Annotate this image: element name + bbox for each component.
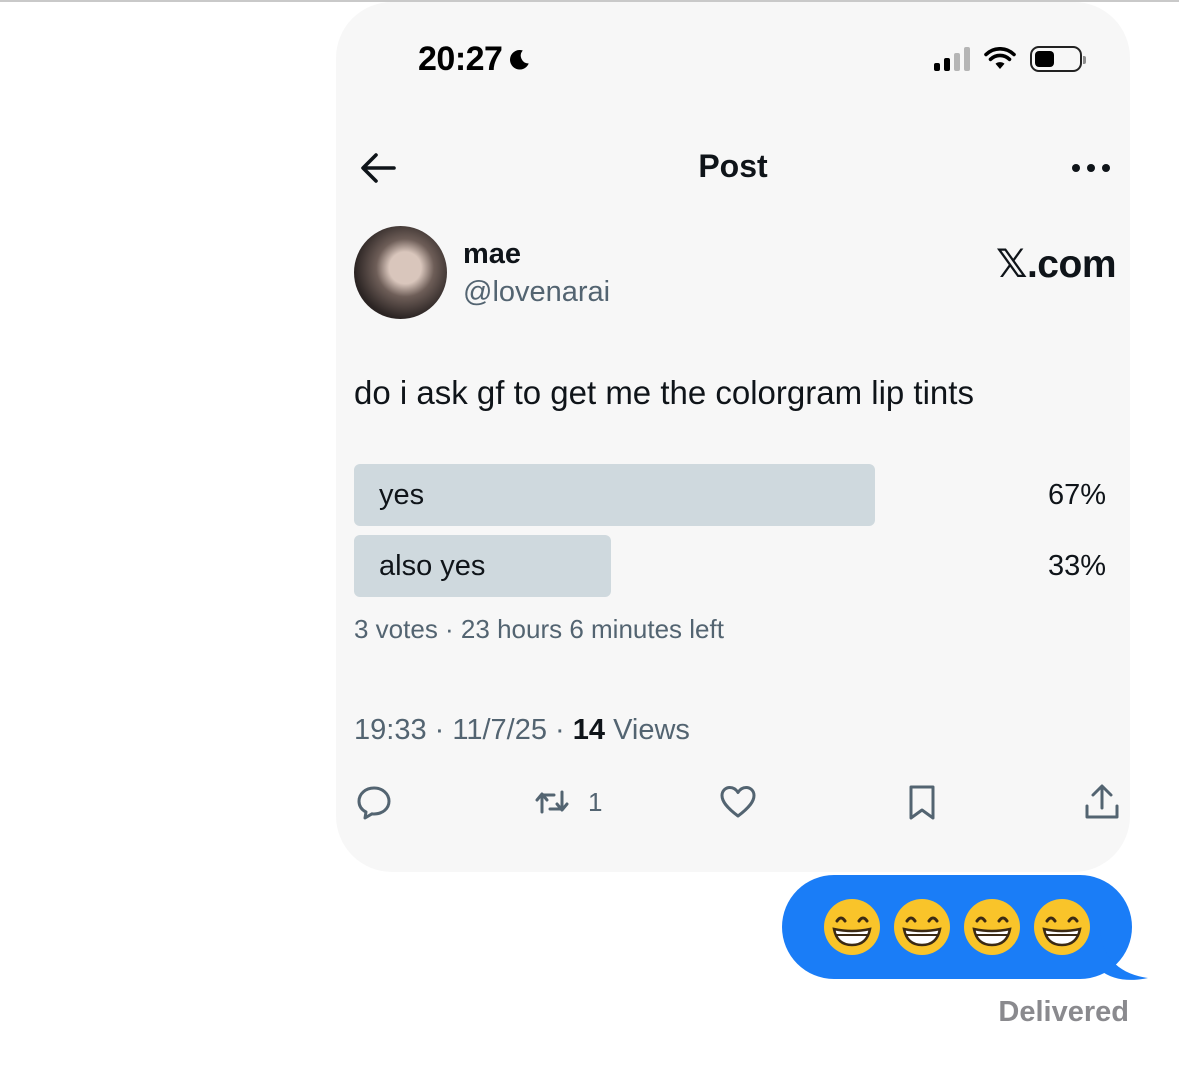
poll-option: also yes 33% — [354, 535, 1106, 597]
views-label: Views — [613, 714, 690, 746]
status-bar-time: 20:27 — [418, 40, 532, 79]
status-bar-indicators — [934, 46, 1086, 72]
poll-option-percent: 67% — [1047, 479, 1106, 511]
message-bubble-tail — [1100, 930, 1148, 980]
heart-icon — [720, 786, 756, 818]
grinning-face-icon — [964, 899, 1020, 955]
grinning-face-icon — [824, 899, 880, 955]
post-actions: 1 — [354, 782, 1124, 826]
retweet-count: 1 — [588, 786, 603, 817]
post-date: 11/7/25 — [452, 714, 547, 746]
delivery-status: Delivered — [998, 996, 1129, 1028]
author-handle[interactable]: @lovenarai — [463, 276, 610, 309]
like-button[interactable] — [718, 782, 758, 822]
poll-option-label: yes — [379, 479, 425, 511]
battery-icon — [1030, 46, 1086, 72]
post-timestamp: 19:33 · 11/7/25 · 14 Views — [354, 714, 690, 746]
sent-message-bubble[interactable] — [782, 875, 1132, 979]
poll-option: yes 67% — [354, 464, 1106, 526]
wifi-icon — [984, 47, 1016, 69]
x-com-logo: 𝕏.com — [996, 243, 1116, 286]
retweet-icon — [535, 790, 569, 814]
more-options-icon[interactable] — [1070, 152, 1112, 184]
share-icon — [1085, 784, 1119, 819]
views-count: 14 — [572, 714, 606, 746]
bookmark-icon — [909, 785, 935, 820]
grinning-face-icon — [1034, 899, 1090, 955]
reply-button[interactable] — [354, 782, 394, 822]
retweet-button[interactable]: 1 — [532, 782, 602, 822]
share-button[interactable] — [1082, 782, 1122, 822]
poll-bar — [354, 464, 875, 526]
bookmark-button[interactable] — [902, 782, 942, 822]
post-text: do i ask gf to get me the colorgram lip … — [354, 374, 974, 411]
cellular-signal-icon — [934, 47, 970, 71]
poll-option-label: also yes — [379, 550, 486, 582]
author-name[interactable]: mae — [463, 238, 521, 271]
reply-icon — [357, 786, 391, 820]
page-title: Post — [698, 148, 768, 184]
tweet-screenshot-card[interactable]: 20:27 Post mae @lovenarai 𝕏.com do i ask… — [336, 2, 1130, 872]
grinning-face-icon — [894, 899, 950, 955]
moon-icon — [510, 49, 530, 69]
author-avatar[interactable] — [354, 226, 447, 319]
poll-option-percent: 33% — [1047, 550, 1106, 582]
poll-meta: 3 votes · 23 hours 6 minutes left — [354, 614, 724, 644]
post-time: 19:33 — [354, 714, 427, 746]
